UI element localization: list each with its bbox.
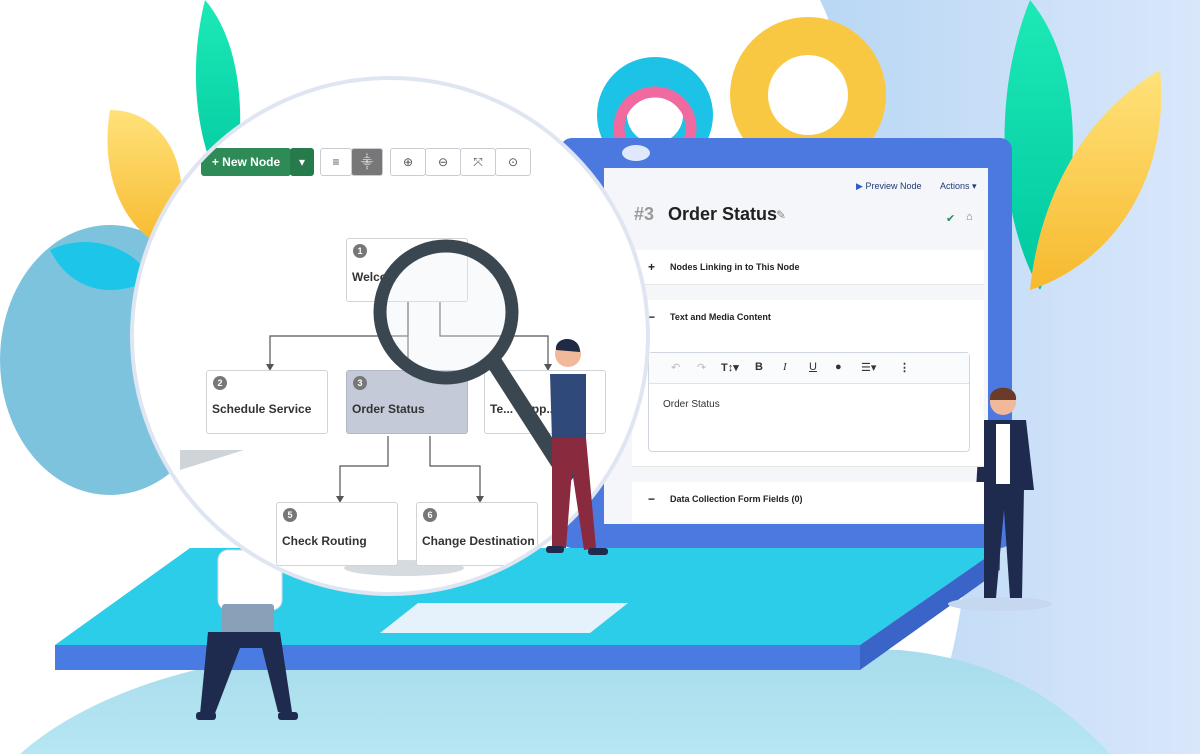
magnifying-glass-icon	[373, 239, 574, 482]
magnifier-overlay	[373, 239, 608, 555]
person-holding-magnifier	[546, 339, 608, 555]
